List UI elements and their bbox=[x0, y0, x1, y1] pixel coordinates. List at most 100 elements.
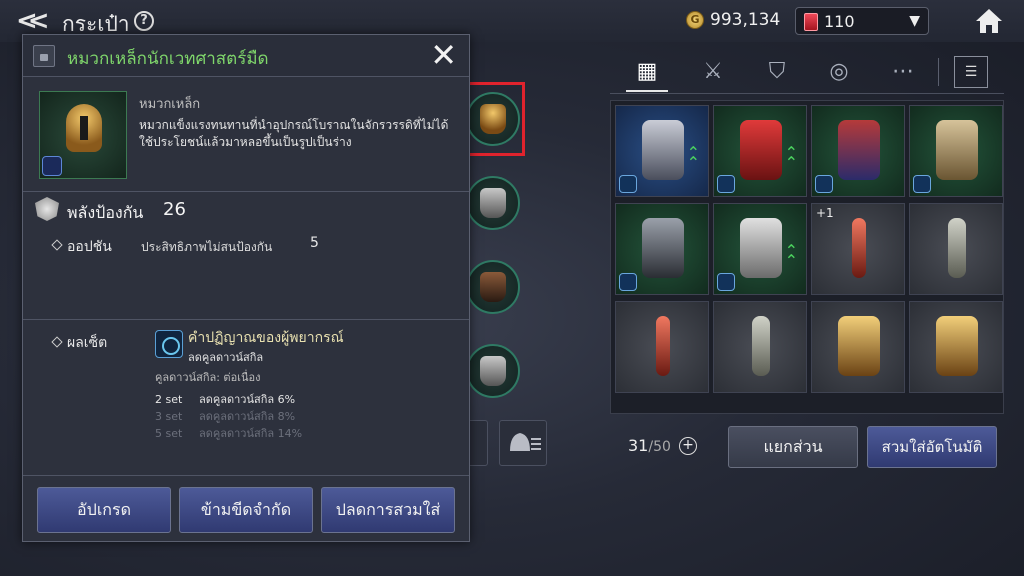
class-badge-icon bbox=[42, 156, 62, 176]
equip-slot-gloves[interactable] bbox=[466, 260, 520, 314]
inventory-item-sword[interactable]: +1 bbox=[811, 203, 905, 295]
gem-amount: 110 bbox=[824, 12, 855, 31]
inventory-item-gauntlet[interactable]: ⌃ ⌃ bbox=[615, 105, 709, 197]
item-thumbnail bbox=[39, 91, 127, 179]
tab-ring-icon[interactable]: ◎ bbox=[818, 52, 860, 92]
helmet-toggle-button[interactable] bbox=[499, 420, 547, 466]
gloves-icon bbox=[480, 272, 506, 302]
divider bbox=[23, 475, 469, 476]
auto-equip-button[interactable]: สวมใส่อัตโนมัติ bbox=[867, 426, 997, 468]
ring-icon bbox=[740, 218, 782, 278]
class-badge-icon bbox=[619, 175, 637, 193]
inventory-item-bow[interactable] bbox=[713, 301, 807, 393]
set-bonus-count: 2 set bbox=[155, 393, 183, 406]
panel-header: หมวกเหล็กนักเวทศาสตร์มืด ✕ bbox=[23, 35, 469, 77]
golden-shield-icon bbox=[936, 316, 978, 376]
upgrade-arrow-icon: ⌃ ⌃ bbox=[686, 143, 700, 172]
diamond-bullet-icon bbox=[51, 239, 63, 251]
set-cooldown: คูลดาวน์สกิล: ต่อเนื่อง bbox=[155, 371, 261, 384]
upgrade-arrow-icon: ⌃ ⌃ bbox=[784, 241, 798, 270]
gem-currency-dropdown[interactable]: 110 ▼ bbox=[795, 7, 929, 35]
tab-all-grid-icon[interactable]: ▦ bbox=[626, 52, 668, 92]
tab-separator bbox=[938, 58, 939, 86]
chest-armor-icon bbox=[838, 120, 880, 180]
chevron-down-icon[interactable]: ▼ bbox=[909, 13, 920, 29]
set-subtitle: ลดคูลดาวน์สกิล bbox=[188, 351, 264, 364]
set-bonus-effect: ลดคูลดาวน์สกิล 8% bbox=[199, 410, 296, 423]
enhance-level: +1 bbox=[816, 206, 834, 220]
boots-icon bbox=[480, 356, 506, 386]
red-gem-icon bbox=[804, 13, 818, 31]
upgrade-button[interactable]: อัปเกรด bbox=[37, 487, 171, 533]
gold-coin-icon: G bbox=[686, 11, 704, 29]
inventory-tab-bar: ▦ ⚔ ⛉ ◎ ⋯ ☰ bbox=[610, 52, 1004, 94]
set-skill-icon[interactable] bbox=[155, 330, 183, 358]
inventory-item-sword[interactable] bbox=[615, 301, 709, 393]
upgrade-arrow-icon: ⌃ ⌃ bbox=[784, 143, 798, 172]
inventory-item-staff[interactable]: ⌃ ⌃ bbox=[713, 105, 807, 197]
home-icon[interactable] bbox=[974, 6, 1004, 36]
robe-icon bbox=[936, 120, 978, 180]
inventory-count: 31/50 bbox=[628, 436, 671, 455]
set-bonus-count: 3 set bbox=[155, 410, 183, 423]
inventory-item-golden-shield[interactable] bbox=[909, 301, 1003, 393]
gloves-icon bbox=[642, 218, 684, 278]
class-badge-icon bbox=[815, 175, 833, 193]
sword-icon bbox=[656, 316, 670, 376]
set-bonus-effect: ลดคูลดาวน์สกิล 6% bbox=[199, 393, 296, 406]
option-label: ออปชัน bbox=[67, 239, 112, 255]
inventory-capacity: /50 bbox=[648, 439, 671, 455]
inventory-grid: ⌃ ⌃ ⌃ ⌃ ⌃ ⌃ +1 bbox=[610, 100, 1004, 414]
defense-label: พลังป้องกัน bbox=[67, 203, 144, 222]
set-bonus-row: 3 set ลดคูลดาวน์สกิล 8% bbox=[155, 407, 295, 425]
set-bonus-row: 5 set ลดคูลดาวน์สกิล 14% bbox=[155, 424, 302, 442]
back-icon[interactable]: << bbox=[16, 6, 56, 36]
inventory-item-robe[interactable] bbox=[909, 105, 1003, 197]
inventory-item-gloves[interactable] bbox=[615, 203, 709, 295]
set-effect-label: ผลเซ็ต bbox=[67, 335, 108, 351]
gauntlet-icon bbox=[642, 120, 684, 180]
helmet-icon bbox=[66, 104, 102, 152]
option-value: 5 bbox=[310, 235, 319, 251]
item-detail-panel: หมวกเหล็กนักเวทศาสตร์มืด ✕ หมวกเหล็ก หมว… bbox=[22, 34, 470, 542]
inventory-item-chest-armor[interactable] bbox=[811, 105, 905, 197]
inventory-item-golden-shield[interactable] bbox=[811, 301, 905, 393]
tab-more-icon[interactable]: ⋯ bbox=[882, 52, 924, 92]
inventory-item-bow[interactable] bbox=[909, 203, 1003, 295]
equip-slot-boots[interactable] bbox=[466, 344, 520, 398]
bow-icon bbox=[752, 316, 770, 376]
chest-armor-icon bbox=[480, 188, 506, 218]
inventory-item-ring[interactable]: ⌃ ⌃ bbox=[713, 203, 807, 295]
help-icon[interactable]: ? bbox=[134, 11, 154, 31]
inventory-count-current: 31 bbox=[628, 436, 649, 455]
set-name: คำปฏิญาณของผู้พยากรณ์ bbox=[188, 330, 344, 346]
close-icon[interactable]: ✕ bbox=[430, 39, 457, 71]
defense-value: 26 bbox=[163, 199, 186, 220]
divider bbox=[23, 191, 469, 192]
staff-icon bbox=[740, 120, 782, 180]
item-name: หมวกเหล็กนักเวทศาสตร์มืด bbox=[67, 49, 269, 69]
set-bonus-count: 5 set bbox=[155, 427, 183, 440]
equip-slot-chest[interactable] bbox=[466, 176, 520, 230]
class-badge-icon bbox=[717, 175, 735, 193]
class-badge-icon bbox=[913, 175, 931, 193]
sort-icon[interactable]: ☰ bbox=[954, 56, 988, 88]
bow-icon bbox=[948, 218, 966, 278]
class-badge-icon bbox=[717, 273, 735, 291]
sword-icon bbox=[852, 218, 866, 278]
set-bonus-row: 2 set ลดคูลดาวน์สกิล 6% bbox=[155, 390, 295, 408]
expand-inventory-icon[interactable]: + bbox=[679, 437, 697, 455]
set-bonus-effect: ลดคูลดาวน์สกิล 14% bbox=[199, 427, 303, 440]
lock-icon[interactable] bbox=[33, 45, 55, 67]
limit-break-button[interactable]: ข้ามขีดจำกัด bbox=[179, 487, 313, 533]
golden-shield-icon bbox=[838, 316, 880, 376]
item-type: หมวกเหล็ก bbox=[139, 97, 201, 112]
unequip-button[interactable]: ปลดการสวมใส่ bbox=[321, 487, 455, 533]
helmet-settings-icon bbox=[510, 433, 541, 451]
defense-icon bbox=[35, 197, 59, 221]
class-badge-icon bbox=[619, 273, 637, 291]
tab-shield-icon[interactable]: ⛉ bbox=[756, 52, 798, 92]
tab-crossed-swords-icon[interactable]: ⚔ bbox=[692, 52, 734, 92]
gold-amount: 993,134 bbox=[710, 10, 781, 30]
dismantle-button[interactable]: แยกส่วน bbox=[728, 426, 858, 468]
